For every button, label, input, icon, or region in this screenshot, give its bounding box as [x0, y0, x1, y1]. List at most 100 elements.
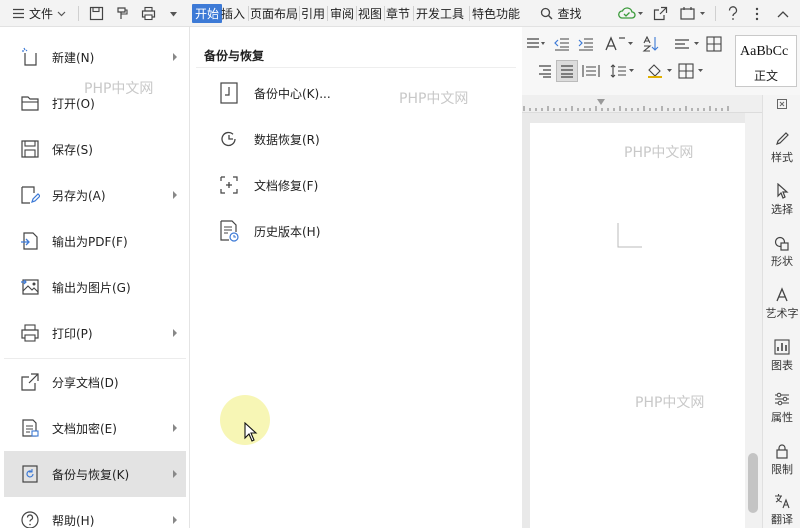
quick-access-dropdown-icon[interactable] — [164, 0, 182, 27]
panel-collapse-button[interactable] — [763, 99, 800, 113]
hamburger-icon — [12, 8, 24, 19]
style-preview-text: AaBbCc — [740, 44, 789, 59]
file-menu-item-share[interactable]: 分享文档(D) — [4, 359, 186, 405]
wordart-icon — [776, 287, 788, 302]
save-icon[interactable] — [86, 0, 106, 27]
save-as-icon — [20, 185, 40, 205]
file-menu-item-print[interactable]: 打印(P) — [4, 310, 186, 356]
sort-icon[interactable] — [642, 36, 660, 52]
line-spacing-icon[interactable] — [610, 64, 636, 78]
submenu-item-data-recovery[interactable]: 数据恢复(R) — [200, 119, 510, 159]
share-export-icon[interactable] — [650, 0, 670, 27]
submenu-divider — [196, 67, 516, 68]
decrease-indent-icon[interactable] — [554, 37, 570, 51]
panel-chart[interactable]: 图表 — [763, 339, 800, 373]
file-menu-item-encrypt[interactable]: 文档加密(E) — [4, 405, 186, 451]
panel-properties-label: 属性 — [771, 411, 793, 424]
tab-page-layout[interactable]: 页面布局 — [249, 0, 299, 27]
vertical-scrollbar[interactable] — [745, 113, 762, 528]
panel-wordart[interactable]: 艺术字 — [763, 287, 800, 321]
translate-icon — [775, 494, 790, 509]
panel-chart-label: 图表 — [771, 359, 793, 372]
help-icon[interactable] — [724, 0, 742, 27]
share-icon — [20, 372, 40, 392]
tab-insert[interactable]: 插入 — [220, 0, 246, 27]
text-style-icon[interactable] — [604, 36, 634, 52]
panel-select-label: 选择 — [771, 203, 793, 216]
file-menu-item-save-as[interactable]: 另存为(A) — [4, 172, 186, 218]
top-toolbar: 文件 开始 插入 页面布局 引用 审阅 视图 章节 开发工具 特色功能 查找 — [0, 0, 800, 27]
panel-properties[interactable]: 属性 — [763, 391, 800, 425]
history-version-icon — [218, 219, 240, 243]
file-menu-button[interactable]: 文件 — [4, 0, 74, 27]
file-menu-label: 新建(N) — [52, 50, 95, 65]
document-area[interactable] — [522, 113, 762, 528]
file-menu-item-backup[interactable]: 备份与恢复(K) — [4, 451, 186, 497]
spacing-icon[interactable] — [674, 37, 702, 51]
borders-icon[interactable] — [678, 63, 708, 79]
data-recovery-icon — [218, 127, 240, 151]
chart-icon — [774, 339, 790, 355]
tab-features[interactable]: 特色功能 — [471, 0, 521, 27]
distribute-icon[interactable] — [582, 64, 600, 78]
panel-styles[interactable]: 样式 — [763, 131, 800, 165]
cloud-sync-icon[interactable] — [616, 0, 646, 27]
file-menu-label: 保存(S) — [52, 142, 93, 157]
list-format-icon[interactable] — [526, 37, 546, 51]
file-menu-label: 帮助(H) — [52, 513, 95, 528]
chevron-down-icon — [57, 11, 66, 16]
justify-icon[interactable] — [556, 60, 578, 82]
file-menu-item-new[interactable]: 新建(N) — [4, 34, 186, 80]
file-menu-label: 打印(P) — [52, 326, 93, 341]
chevron-right-icon — [173, 53, 177, 61]
tab-chapter[interactable]: 章节 — [385, 0, 411, 27]
style-brush-icon — [776, 132, 789, 145]
tab-references[interactable]: 引用 — [300, 0, 326, 27]
file-menu-label: 文档加密(E) — [52, 421, 117, 436]
file-menu-label: 输出为PDF(F) — [52, 234, 128, 249]
file-menu-item-export-pdf[interactable]: 输出为PDF(F) — [4, 218, 186, 264]
more-options-icon[interactable] — [748, 0, 766, 27]
panel-translate[interactable]: 翻译 — [763, 493, 800, 527]
search-icon — [541, 7, 553, 20]
align-right-icon[interactable] — [538, 64, 552, 78]
schedule-icon[interactable] — [678, 0, 708, 27]
submenu-item-doc-repair[interactable]: 文档修复(F) — [200, 165, 510, 205]
shading-icon[interactable] — [646, 63, 676, 79]
table-border-icon[interactable] — [706, 36, 722, 52]
file-menu-item-help[interactable]: 帮助(H) — [4, 497, 186, 528]
shapes-icon — [774, 236, 789, 251]
submenu-item-history-version[interactable]: 历史版本(H) — [200, 211, 510, 251]
panel-shapes-label: 形状 — [771, 255, 793, 268]
file-menu-item-save[interactable]: 保存(S) — [4, 126, 186, 172]
style-preview-normal[interactable]: AaBbCc 正文 — [735, 35, 797, 87]
submenu-label: 历史版本(H) — [254, 224, 321, 239]
export-pdf-icon — [20, 231, 40, 251]
panel-select[interactable]: 选择 — [763, 183, 800, 217]
submenu-label: 文档修复(F) — [254, 178, 319, 193]
collapse-ribbon-icon[interactable] — [774, 0, 792, 27]
increase-indent-icon[interactable] — [578, 37, 594, 51]
tab-review[interactable]: 审阅 — [329, 0, 355, 27]
print-icon[interactable] — [138, 0, 158, 27]
backup-center-icon — [218, 81, 240, 105]
file-menu: 新建(N) 打开(O) 保存(S) 另存为(A) 输出为PDF(F) 输出为图片 — [0, 27, 190, 528]
file-menu-label: 分享文档(D) — [52, 375, 119, 390]
panel-restrict[interactable]: 限制 — [763, 443, 800, 477]
submenu-label: 数据恢复(R) — [254, 132, 320, 147]
document-page[interactable] — [530, 123, 754, 528]
submenu-title: 备份与恢复 — [204, 49, 265, 63]
page-margin-corner — [617, 223, 642, 248]
panel-shapes[interactable]: 形状 — [763, 235, 800, 269]
scrollbar-thumb[interactable] — [748, 453, 758, 513]
search-button[interactable]: 查找 — [536, 0, 586, 27]
file-menu-item-export-image[interactable]: 输出为图片(G) — [4, 264, 186, 310]
folder-open-icon — [20, 93, 40, 113]
mouse-pointer-icon — [244, 422, 258, 442]
tab-home[interactable]: 开始 — [192, 4, 223, 23]
format-painter-icon[interactable] — [112, 0, 132, 27]
save-icon — [20, 139, 40, 159]
tab-developer[interactable]: 开发工具 — [415, 0, 465, 27]
tab-view[interactable]: 视图 — [357, 0, 383, 27]
panel-styles-label: 样式 — [771, 151, 793, 164]
